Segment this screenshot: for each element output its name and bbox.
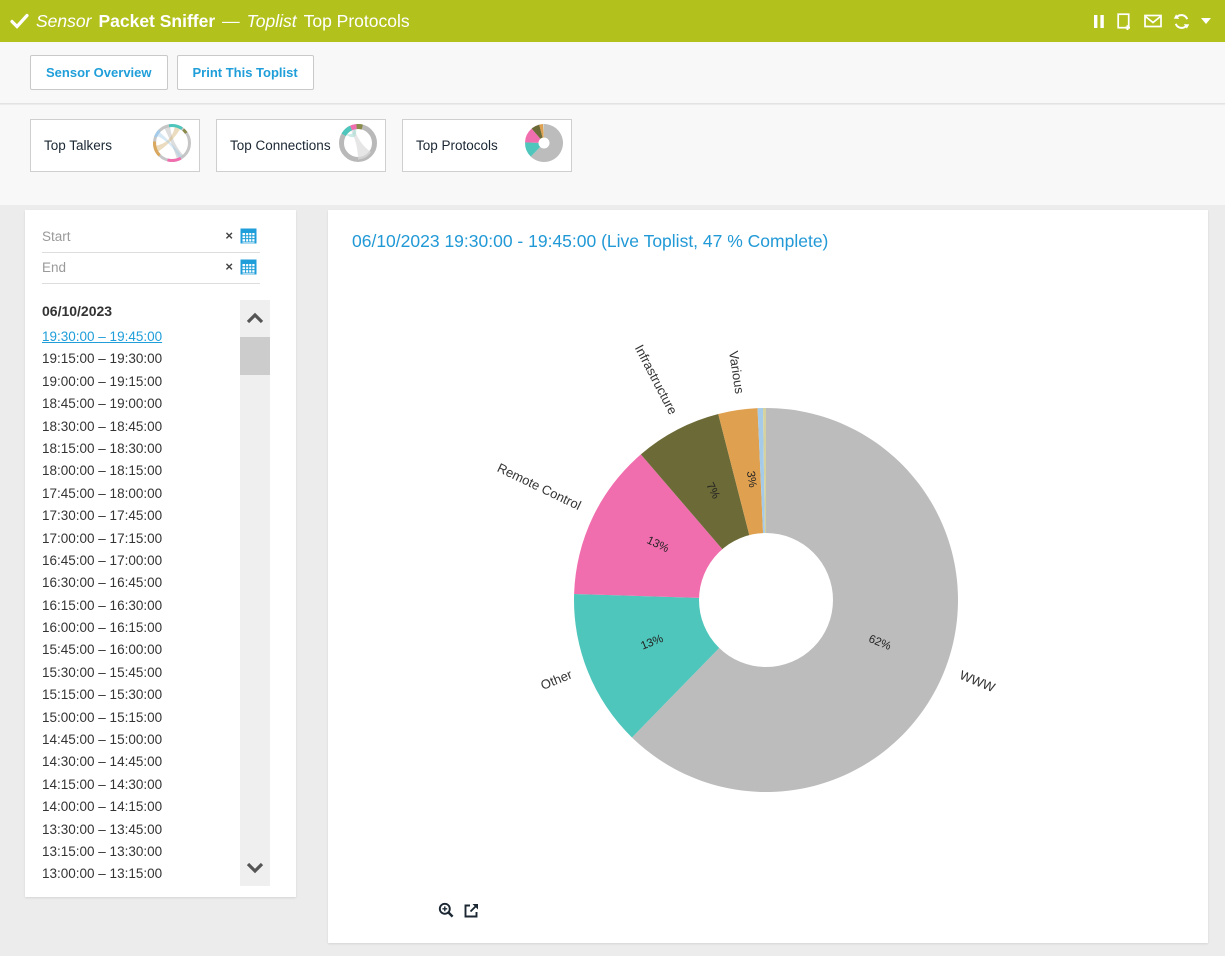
pause-icon[interactable] [1093,14,1105,29]
time-range-item[interactable]: 16:30:00 – 16:45:00 [42,572,238,594]
clear-start-icon[interactable]: × [225,229,233,243]
chart-title: 06/10/2023 19:30:00 - 19:45:00 (Live Top… [352,231,828,252]
time-range-item[interactable]: 16:00:00 – 16:15:00 [42,617,238,639]
tab-label: Top Talkers [44,138,112,153]
time-list-scrollbar[interactable] [240,300,270,886]
donut-name-label: Remote Control [495,460,584,513]
header-actions [1093,0,1211,42]
donut-percent-label: 3% [744,470,758,488]
end-date-row: × [42,253,260,284]
time-range-item[interactable]: 14:15:00 – 14:30:00 [42,774,238,796]
tab-top-protocols[interactable]: Top Protocols [402,119,572,172]
time-range-item[interactable]: 15:45:00 – 16:00:00 [42,639,238,661]
time-range-item[interactable]: 16:45:00 – 17:00:00 [42,550,238,572]
breadcrumb-toplist-label: Toplist [247,11,297,32]
time-range-item[interactable]: 16:15:00 – 16:30:00 [42,595,238,617]
time-range-item[interactable]: 14:45:00 – 15:00:00 [42,729,238,751]
check-icon [10,13,29,29]
print-toplist-button[interactable]: Print This Toplist [177,55,314,90]
donut-hole [699,533,833,667]
toplist-tabs: Top Talkers Top Connections [0,105,1225,205]
protocols-donut-chart: 62%WWW13%Other13%Remote Control7%Infrast… [328,260,1208,900]
time-range-item[interactable]: 15:15:00 – 15:30:00 [42,684,238,706]
time-range-item[interactable]: 18:30:00 – 18:45:00 [42,416,238,438]
breadcrumb-toplist-name: Top Protocols [304,11,410,32]
breadcrumb-sensor-label: Sensor [36,11,91,32]
time-range-item[interactable]: 18:15:00 – 18:30:00 [42,438,238,460]
time-range-item[interactable]: 13:30:00 – 13:45:00 [42,819,238,841]
toplist-chart-panel: 06/10/2023 19:30:00 - 19:45:00 (Live Top… [328,210,1208,943]
add-report-icon[interactable] [1116,13,1133,30]
time-range-item[interactable]: 17:45:00 – 18:00:00 [42,483,238,505]
donut-name-label: Various [726,350,747,395]
donut-name-label: Infrastructure [632,342,681,417]
chord-diagram-icon [337,122,379,169]
calendar-icon[interactable] [240,227,257,249]
time-range-item[interactable]: 14:30:00 – 14:45:00 [42,751,238,773]
tab-top-talkers[interactable]: Top Talkers [30,119,200,172]
time-range-item[interactable]: 18:00:00 – 18:15:00 [42,460,238,482]
donut-chart-icon [523,122,565,169]
time-range-item[interactable]: 19:00:00 – 19:15:00 [42,371,238,393]
time-range-list: 19:30:00 – 19:45:0019:15:00 – 19:30:0019… [42,326,238,886]
tab-label: Top Connections [230,138,331,153]
time-range-item[interactable]: 19:15:00 – 19:30:00 [42,348,238,370]
header-bar: Sensor Packet Sniffer — Toplist Top Prot… [0,0,1225,42]
time-range-item[interactable]: 13:00:00 – 13:15:00 [42,863,238,885]
start-date-input[interactable] [42,222,182,250]
open-external-icon[interactable] [463,902,480,919]
tab-label: Top Protocols [416,138,498,153]
scroll-up-icon[interactable] [240,300,270,336]
donut-hole [539,138,550,149]
time-range-item[interactable]: 17:30:00 – 17:45:00 [42,505,238,527]
time-range-item[interactable]: 15:00:00 – 15:15:00 [42,707,238,729]
breadcrumb-separator: — [222,11,240,32]
time-range-item[interactable]: 13:15:00 – 13:30:00 [42,841,238,863]
donut-name-label: WWW [958,667,998,695]
toplist-sidebar: × × 06/10/2023 19:30:00 – 19:45:0019:15:… [25,210,296,897]
breadcrumb-sensor-name[interactable]: Packet Sniffer [98,11,215,32]
scroll-down-icon[interactable] [240,850,270,886]
toolbar: Sensor Overview Print This Toplist [0,42,1225,104]
time-range-item[interactable]: 14:00:00 – 14:15:00 [42,796,238,818]
chart-footer [438,902,480,919]
tab-top-connections[interactable]: Top Connections [216,119,386,172]
scrollbar-thumb[interactable] [240,337,270,375]
time-range-item[interactable]: 19:30:00 – 19:45:00 [42,326,238,348]
donut-name-label: Other [538,666,574,692]
start-date-row: × [42,222,260,253]
sensor-overview-button[interactable]: Sensor Overview [30,55,168,90]
chord-diagram-icon [151,122,193,169]
time-range-item[interactable]: 17:00:00 – 17:15:00 [42,528,238,550]
time-range-item[interactable]: 15:30:00 – 15:45:00 [42,662,238,684]
refresh-icon[interactable] [1173,13,1190,30]
calendar-icon[interactable] [240,258,257,280]
end-date-input[interactable] [42,253,182,281]
zoom-in-icon[interactable] [438,902,455,919]
time-range-item[interactable]: 18:45:00 – 19:00:00 [42,393,238,415]
email-icon[interactable] [1144,14,1162,28]
caret-down-icon[interactable] [1201,18,1211,24]
clear-end-icon[interactable]: × [225,260,233,274]
